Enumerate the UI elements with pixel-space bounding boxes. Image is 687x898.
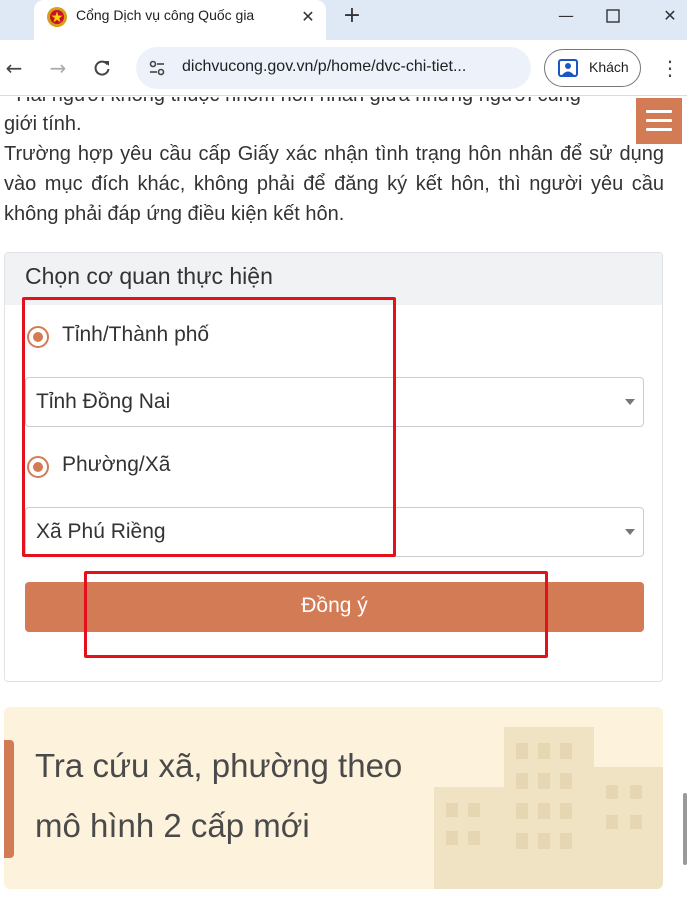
- chevron-down-icon: [625, 529, 635, 535]
- chevron-down-icon: [625, 399, 635, 405]
- paragraph-end: giới tính.: [4, 113, 82, 135]
- hamburger-menu-icon[interactable]: [636, 98, 682, 144]
- province-radio[interactable]: [27, 326, 49, 348]
- banner-title-line1: Tra cứu xã, phường theo: [35, 747, 403, 784]
- browser-tab[interactable]: Cổng Dịch vụ công Quốc gia ✕: [34, 0, 326, 40]
- paragraph-note: Trường hợp yêu cầu cấp Giấy xác nhận tìn…: [4, 143, 664, 225]
- profile-button[interactable]: Khách: [544, 49, 641, 87]
- scrollbar-thumb[interactable]: [683, 793, 687, 865]
- browser-toolbar: ← → dichvucong.gov.vn/p/home/dvc-chi-tie…: [0, 40, 687, 96]
- tab-title: Cổng Dịch vụ công Quốc gia: [76, 7, 255, 23]
- banner-accent: [4, 740, 14, 858]
- ward-select-value: Xã Phú Riềng: [36, 520, 166, 543]
- back-icon[interactable]: ←: [0, 54, 28, 82]
- ward-radio[interactable]: [27, 456, 49, 478]
- buildings-illustration: [434, 727, 663, 889]
- url-text: dichvucong.gov.vn/p/home/dvc-chi-tiet...: [182, 58, 467, 75]
- profile-label: Khách: [589, 59, 629, 75]
- address-bar[interactable]: dichvucong.gov.vn/p/home/dvc-chi-tiet...: [136, 47, 531, 89]
- province-select[interactable]: Tỉnh Đồng Nai: [25, 377, 644, 427]
- ward-select[interactable]: Xã Phú Riềng: [25, 507, 644, 557]
- agree-button[interactable]: Đồng ý: [25, 582, 644, 632]
- agree-button-label: Đồng ý: [301, 594, 368, 617]
- banner-title-line2: mô hình 2 cấp mới: [35, 807, 310, 844]
- close-window-icon[interactable]: ✕: [655, 4, 685, 28]
- ward-lookup-banner[interactable]: Tra cứu xã, phường theo mô hình 2 cấp mớ…: [4, 707, 663, 889]
- province-select-value: Tỉnh Đồng Nai: [36, 390, 171, 413]
- reload-icon[interactable]: [88, 54, 116, 82]
- maximize-icon[interactable]: [598, 4, 628, 28]
- agency-select-panel: Chọn cơ quan thực hiện Tỉnh/Thành phố Tỉ…: [4, 252, 663, 682]
- new-tab-icon[interactable]: +: [338, 3, 366, 31]
- site-settings-icon[interactable]: [148, 59, 166, 77]
- ward-radio-label[interactable]: Phường/Xã: [62, 453, 170, 477]
- page-content: - Hai người không thuộc nhóm hôn nhân gi…: [0, 97, 687, 898]
- minimize-icon[interactable]: —: [551, 4, 581, 28]
- province-radio-label[interactable]: Tỉnh/Thành phố: [62, 323, 209, 347]
- national-emblem-icon: [47, 7, 67, 27]
- tab-close-icon[interactable]: ✕: [296, 5, 320, 29]
- guest-profile-icon: [558, 59, 578, 77]
- more-menu-icon[interactable]: ⋮: [660, 55, 680, 83]
- forward-icon[interactable]: →: [44, 54, 72, 82]
- browser-tab-bar: Cổng Dịch vụ công Quốc gia ✕ + — ✕: [0, 0, 687, 40]
- panel-title: Chọn cơ quan thực hiện: [25, 263, 273, 289]
- panel-header: Chọn cơ quan thực hiện: [5, 253, 662, 305]
